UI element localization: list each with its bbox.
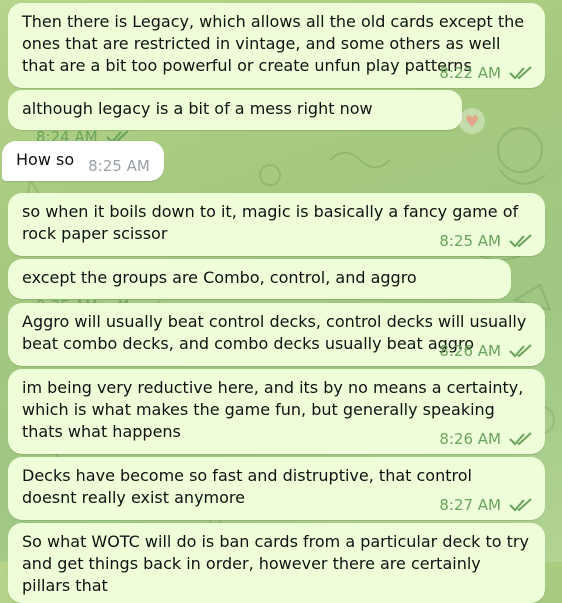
message-bubble[interactable]: so when it boils down to it, magic is ba… bbox=[8, 193, 545, 256]
message-meta: 8:25 AM bbox=[439, 230, 533, 252]
message-text: Decks have become so fast and distruptiv… bbox=[22, 466, 478, 507]
message-bubble[interactable]: How so 8:25 AM bbox=[2, 141, 164, 181]
message-meta: 8:26 AM bbox=[439, 428, 533, 450]
message-bubble[interactable]: Aggro will usually beat control decks, c… bbox=[8, 303, 545, 366]
message-text: although legacy is a bit of a mess right… bbox=[22, 99, 373, 118]
double-check-icon bbox=[509, 498, 532, 512]
message-time: 8:22 AM bbox=[439, 64, 501, 82]
message-text: except the groups are Combo, control, an… bbox=[22, 268, 417, 287]
double-check-icon bbox=[509, 432, 532, 446]
double-check-icon bbox=[509, 66, 532, 80]
message-meta: 8:25 AM bbox=[88, 155, 150, 177]
heart-reaction-icon[interactable]: ♥ bbox=[459, 108, 485, 134]
message-meta: 8:27 AM bbox=[439, 494, 533, 516]
message-text: How so bbox=[16, 150, 75, 169]
message-time: 8:27 AM bbox=[439, 496, 501, 514]
message-bubble[interactable]: although legacy is a bit of a mess right… bbox=[8, 90, 462, 146]
double-check-icon bbox=[509, 344, 532, 358]
chat-area: Then there is Legacy, which allows all t… bbox=[0, 0, 562, 603]
message-time: 8:25 AM bbox=[439, 232, 501, 250]
message-time: 8:26 AM bbox=[439, 342, 501, 360]
message-text: So what WOTC will do is ban cards from a… bbox=[22, 532, 535, 595]
message-bubble[interactable]: Decks have become so fast and distruptiv… bbox=[8, 457, 545, 520]
message-time: 8:26 AM bbox=[439, 430, 501, 448]
message-bubble[interactable]: So what WOTC will do is ban cards from a… bbox=[8, 523, 545, 603]
message-bubble[interactable]: Then there is Legacy, which allows all t… bbox=[8, 3, 545, 88]
message-bubble[interactable]: except the groups are Combo, control, an… bbox=[8, 259, 511, 315]
double-check-icon bbox=[509, 234, 532, 248]
message-meta: 8:22 AM bbox=[439, 62, 533, 84]
message-meta: 8:26 AM bbox=[439, 340, 533, 362]
message-bubble[interactable]: im being very reductive here, and its by… bbox=[8, 369, 545, 454]
message-time: 8:25 AM bbox=[88, 157, 150, 175]
